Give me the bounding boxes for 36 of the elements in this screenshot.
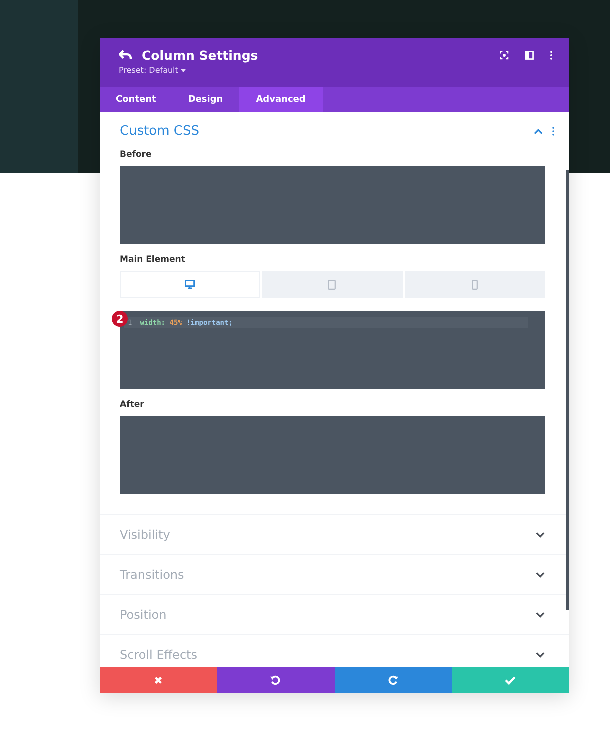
layout-icon[interactable]	[525, 51, 534, 60]
field-label: Before	[120, 150, 153, 160]
field-label: After	[120, 400, 146, 410]
chevron-icon[interactable]	[534, 128, 543, 134]
phone-icon	[472, 280, 478, 290]
check-icon	[504, 676, 516, 684]
caret-icon[interactable]	[181, 68, 186, 72]
section-title[interactable]: Scroll Effects	[120, 648, 198, 662]
chevron-icon[interactable]	[536, 572, 545, 578]
tab[interactable]: Advanced	[239, 87, 323, 112]
more-icon[interactable]	[552, 127, 555, 136]
expand-icon[interactable]	[500, 51, 509, 60]
back-arrow-icon[interactable]	[119, 50, 132, 61]
tablet-icon	[328, 280, 336, 290]
chevron-icon[interactable]	[536, 532, 545, 538]
section-title[interactable]: Position	[120, 608, 167, 622]
section-title[interactable]: Visibility	[120, 528, 170, 542]
tab[interactable]: Content	[100, 87, 172, 112]
tab[interactable]: Design	[172, 87, 240, 112]
close-icon	[154, 676, 164, 684]
collapsed-section[interactable]: Transitions	[100, 554, 569, 594]
undo-icon	[270, 674, 282, 686]
more-icon[interactable]	[550, 51, 553, 60]
preset-dropdown[interactable]: Preset: Default	[119, 66, 178, 75]
collapsed-section[interactable]: Position	[100, 594, 569, 634]
section-title[interactable]: Transitions	[120, 568, 184, 582]
collapsed-section[interactable]: Visibility	[100, 514, 569, 554]
desktop-icon	[185, 280, 196, 289]
chevron-icon[interactable]	[536, 652, 545, 658]
step-badge: 2	[112, 311, 128, 327]
scrollbar[interactable]	[566, 170, 569, 610]
section-title[interactable]: Custom CSS	[120, 124, 200, 139]
field-label: Main Element	[120, 255, 186, 265]
panel-title: Column Settings	[142, 48, 258, 63]
chevron-icon[interactable]	[536, 612, 545, 618]
redo-icon	[388, 674, 399, 686]
